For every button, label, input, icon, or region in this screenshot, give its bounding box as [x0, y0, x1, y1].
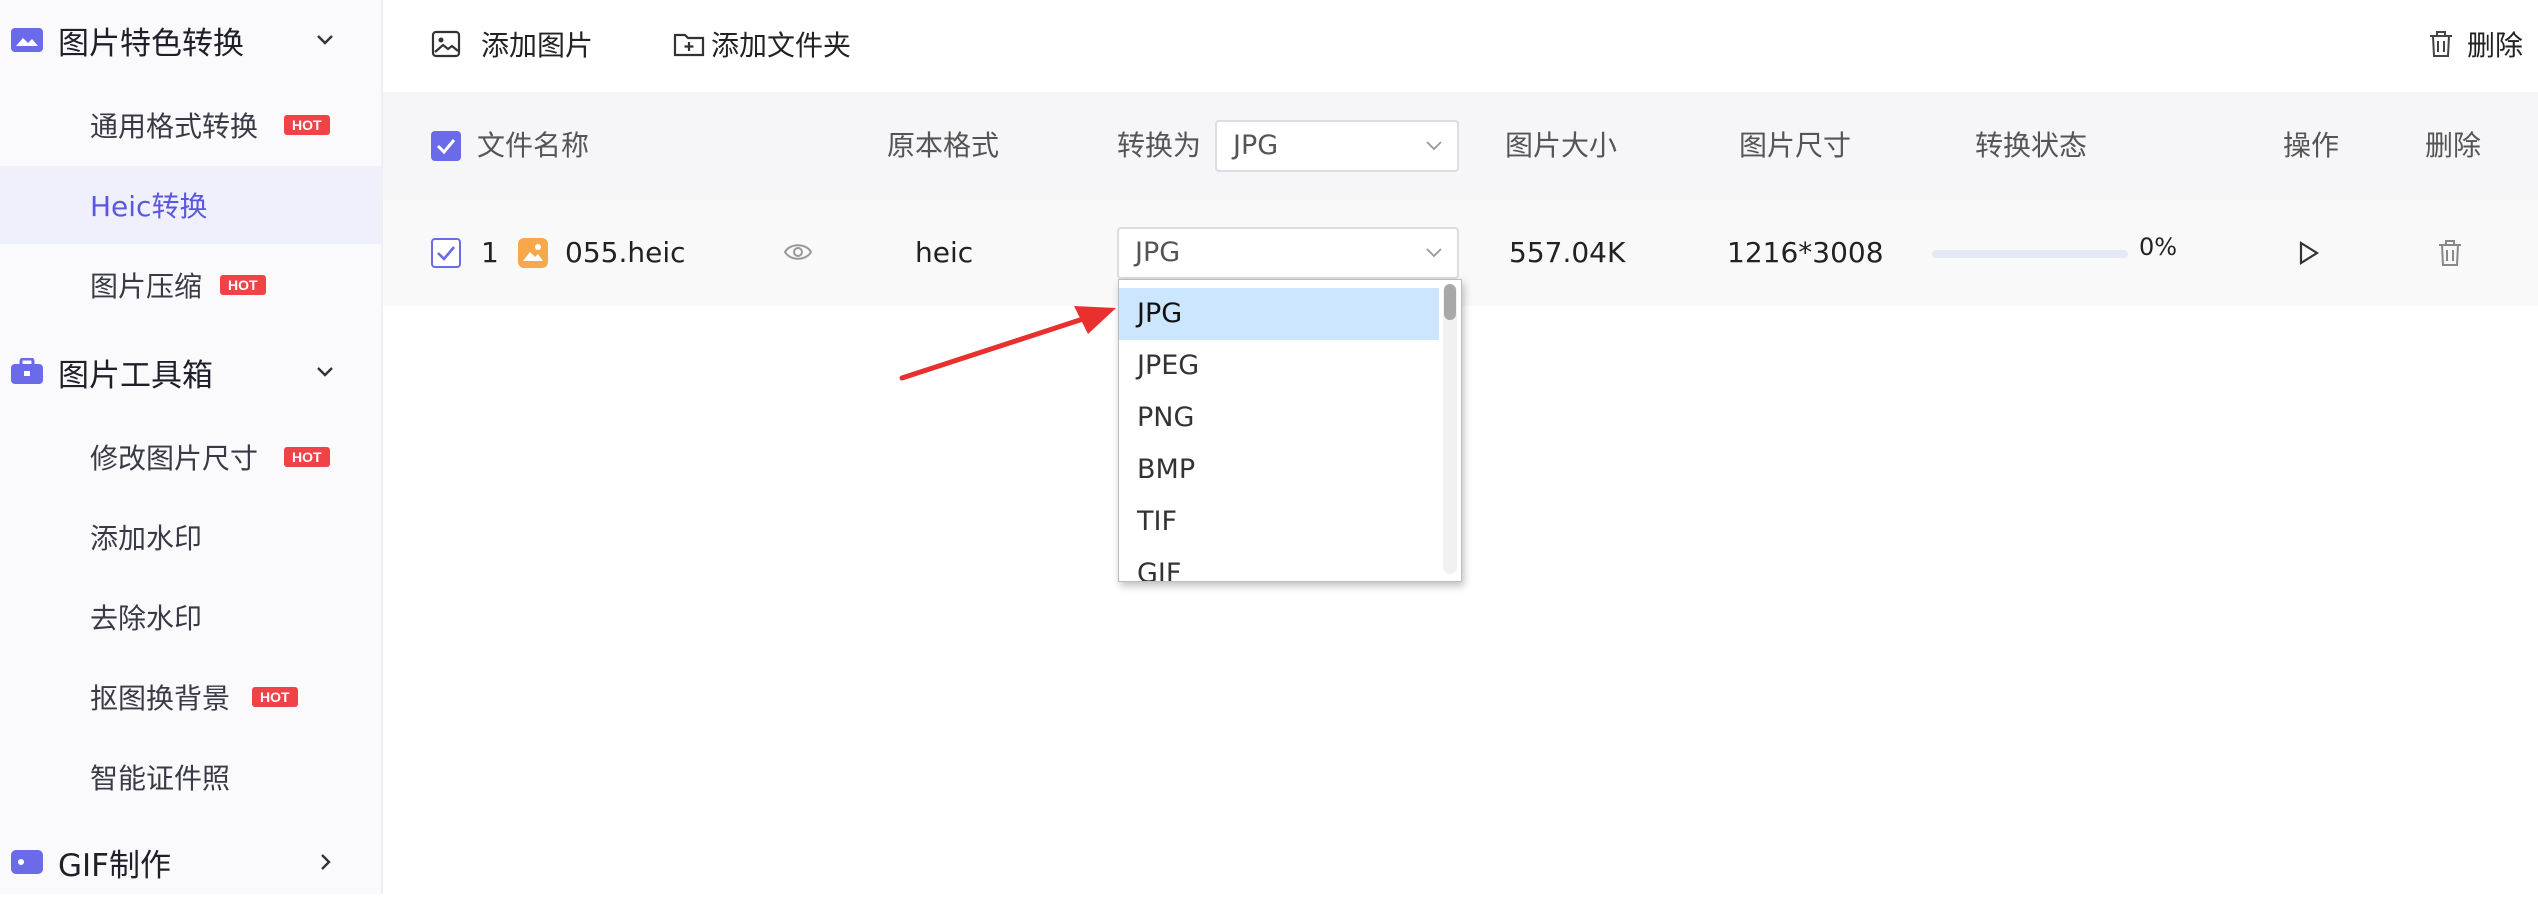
folder-plus-icon — [673, 33, 705, 57]
header-convert-to: 转换为 — [1117, 129, 1202, 162]
gif-icon — [11, 850, 43, 874]
sidebar-item-label: 修改图片尺寸 — [90, 442, 259, 475]
row-index: 1 — [481, 236, 499, 269]
header-dimensions: 图片尺寸 — [1739, 129, 1852, 162]
row-convert-select-value: JPG — [1135, 237, 1181, 268]
dropdown-scrollbar[interactable] — [1443, 284, 1457, 574]
check-icon — [436, 139, 456, 155]
sidebar-item-resize[interactable]: 修改图片尺寸 HOT — [0, 418, 381, 496]
header-size: 图片大小 — [1505, 129, 1618, 162]
row-checkbox[interactable] — [431, 238, 461, 268]
sidebar-item-general-convert[interactable]: 通用格式转换 HOT — [0, 86, 381, 164]
toolbox-icon — [11, 358, 43, 384]
hot-badge: HOT — [284, 115, 330, 135]
row-progress-text: 0% — [2139, 233, 2178, 261]
convert-all-select-value: JPG — [1233, 130, 1279, 161]
dropdown-scroll-thumb[interactable] — [1444, 284, 1456, 320]
sidebar-group-image-convert[interactable]: 图片特色转换 — [0, 0, 381, 80]
sidebar-item-remove-watermark[interactable]: 去除水印 — [0, 578, 381, 656]
sidebar: 图片特色转换 通用格式转换 HOT Heic转换 图片压缩 HOT 图片工具箱 … — [0, 0, 383, 894]
option-jpeg[interactable]: JPEG — [1119, 340, 1439, 392]
image-convert-icon — [11, 28, 43, 52]
chevron-down-icon — [1426, 248, 1442, 258]
sidebar-group-label: 图片特色转换 — [58, 25, 244, 62]
delete-all-label: 删除 — [2467, 29, 2524, 62]
hot-badge: HOT — [252, 687, 298, 707]
sidebar-item-label: 图片压缩 — [90, 270, 203, 303]
sidebar-group-label: 图片工具箱 — [58, 357, 213, 394]
check-icon — [437, 246, 455, 261]
sidebar-item-add-watermark[interactable]: 添加水印 — [0, 498, 381, 576]
trash-icon — [2430, 31, 2452, 57]
row-dimensions: 1216*3008 — [1727, 236, 1884, 269]
image-file-icon — [518, 238, 548, 268]
sidebar-item-label: 通用格式转换 — [90, 110, 259, 143]
conversion-progress-bar — [1932, 250, 2128, 258]
toolbar: 添加图片 添加文件夹 删除 — [383, 0, 2538, 90]
header-action: 操作 — [2283, 129, 2340, 162]
sidebar-group-label: GIF制作 — [58, 847, 171, 884]
option-png[interactable]: PNG — [1119, 392, 1439, 444]
sidebar-item-label: 添加水印 — [90, 522, 203, 555]
add-folder-label: 添加文件夹 — [711, 29, 852, 62]
row-size: 557.04K — [1509, 236, 1626, 269]
header-filename: 文件名称 — [477, 129, 590, 162]
header-status: 转换状态 — [1975, 129, 2088, 162]
format-dropdown-list[interactable]: JPG JPEG PNG BMP TIF GIF — [1118, 279, 1462, 582]
image-icon — [431, 30, 461, 58]
sidebar-item-label: 智能证件照 — [90, 762, 231, 795]
row-filename: 055.heic — [565, 236, 686, 269]
sidebar-item-cutout[interactable]: 抠图换背景 HOT — [0, 658, 381, 736]
add-image-button[interactable]: 添加图片 — [431, 22, 593, 66]
sidebar-group-gif[interactable]: GIF制作 — [0, 822, 381, 902]
sidebar-item-label: 去除水印 — [90, 602, 203, 635]
chevron-down-icon[interactable] — [310, 25, 340, 55]
option-tif[interactable]: TIF — [1119, 496, 1439, 548]
hot-badge: HOT — [220, 275, 266, 295]
chevron-down-icon[interactable] — [310, 357, 340, 387]
trash-icon[interactable] — [2436, 238, 2464, 268]
table-header: 文件名称 原本格式 转换为 JPG 图片大小 图片尺寸 转换状态 操作 删除 — [383, 92, 2538, 200]
header-original-format: 原本格式 — [887, 129, 1000, 162]
sidebar-item-label: Heic转换 — [90, 190, 208, 223]
add-folder-button[interactable]: 添加文件夹 — [673, 22, 851, 66]
chevron-right-icon[interactable] — [310, 847, 340, 877]
option-bmp[interactable]: BMP — [1119, 444, 1439, 496]
red-arrow-annotation — [899, 306, 1116, 381]
hot-badge: HOT — [284, 447, 330, 467]
sidebar-item-label: 抠图换背景 — [90, 682, 231, 715]
header-delete: 删除 — [2425, 129, 2482, 162]
eye-icon[interactable] — [783, 240, 813, 264]
sidebar-item-id-photo[interactable]: 智能证件照 — [0, 738, 381, 816]
delete-all-button[interactable]: 删除 — [2427, 22, 2523, 66]
select-all-checkbox[interactable] — [431, 131, 461, 161]
play-icon[interactable] — [2293, 238, 2323, 268]
add-image-label: 添加图片 — [481, 29, 594, 62]
chevron-down-icon — [1426, 141, 1442, 151]
sidebar-group-toolbox[interactable]: 图片工具箱 — [0, 332, 381, 412]
option-jpg[interactable]: JPG — [1119, 288, 1439, 340]
convert-all-select[interactable]: JPG — [1215, 120, 1459, 172]
sidebar-item-heic-convert[interactable]: Heic转换 — [0, 166, 381, 244]
sidebar-item-compress[interactable]: 图片压缩 HOT — [0, 246, 381, 324]
option-gif[interactable]: GIF — [1119, 548, 1439, 581]
row-convert-select[interactable]: JPG — [1117, 227, 1459, 279]
